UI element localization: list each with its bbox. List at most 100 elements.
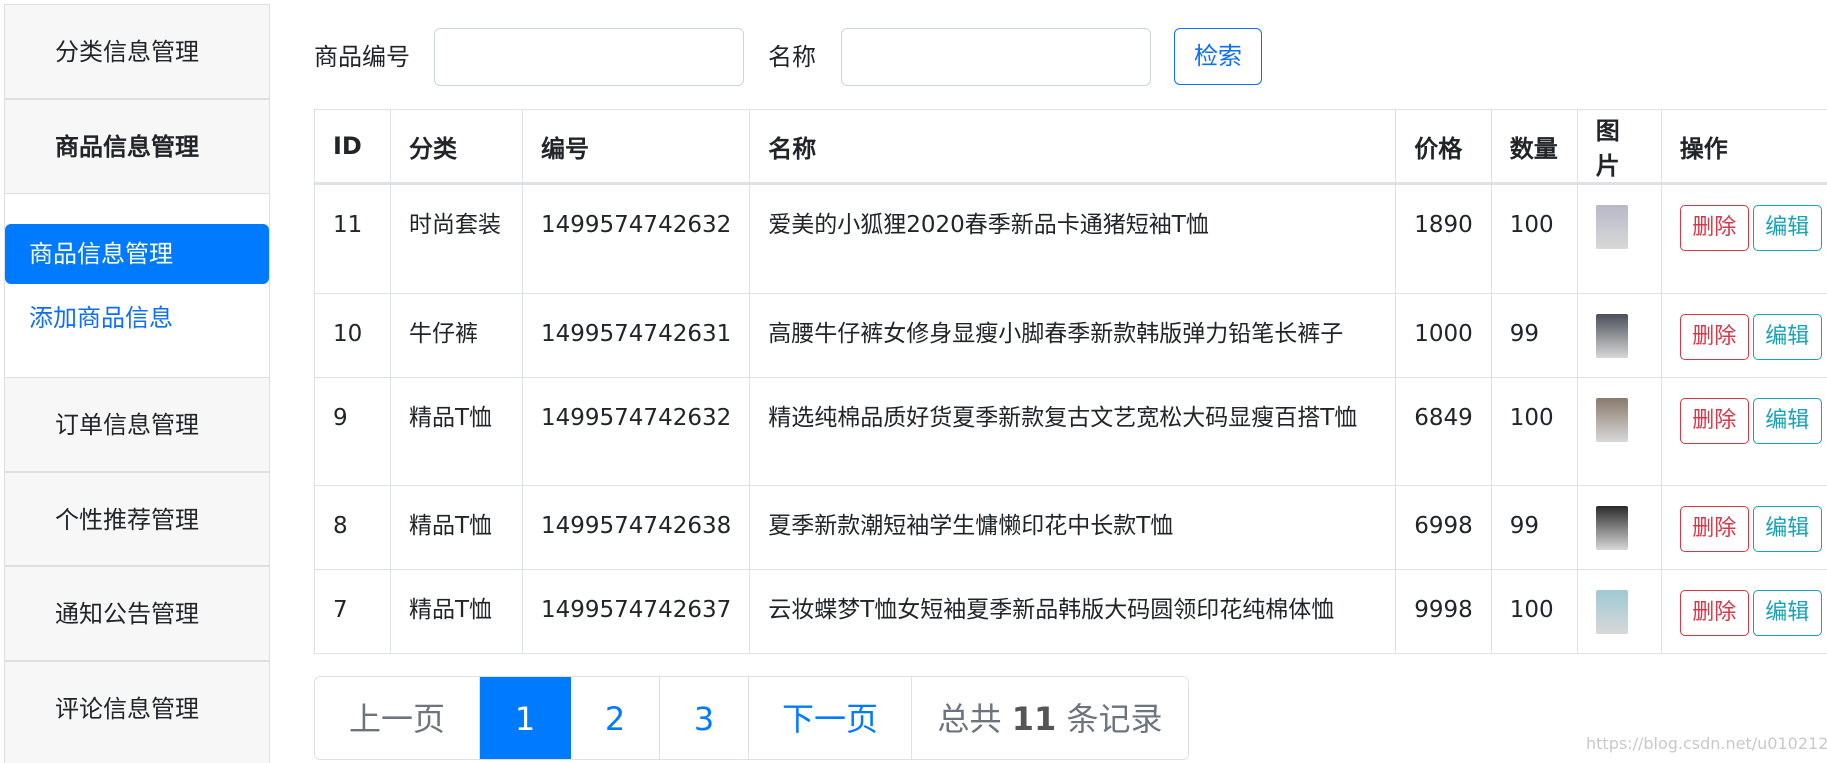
next-page-button[interactable]: 下一页 xyxy=(749,677,912,759)
delete-button[interactable]: 删除 xyxy=(1679,506,1749,552)
sidebar: 分类信息管理 商品信息管理 商品信息管理 添加商品信息 订单信息管理 个性推荐管… xyxy=(4,4,270,763)
cell-category: 牛仔裤 xyxy=(390,293,523,378)
cell-name: 高腰牛仔裤女修身显瘦小脚春季新款韩版弹力铅笔长裤子 xyxy=(749,293,1397,378)
total-suffix: 条记录 xyxy=(1066,700,1163,738)
edit-button[interactable]: 编辑 xyxy=(1752,205,1822,251)
watermark: https://blog.csdn.net/u010212256 xyxy=(1586,734,1827,753)
column-header-actions: 操作 xyxy=(1660,109,1827,185)
total-count: 11 xyxy=(1011,700,1057,738)
cell-image xyxy=(1576,569,1662,654)
cell-category: 精品T恤 xyxy=(390,569,523,654)
cell-code: 1499574742638 xyxy=(521,485,751,570)
product-code-input[interactable] xyxy=(434,28,744,86)
sidebar-group-label[interactable]: 商品信息管理 xyxy=(5,100,269,194)
product-thumbnail[interactable] xyxy=(1595,506,1628,550)
column-header-category: 分类 xyxy=(390,109,523,185)
cell-actions: 删除 编辑 xyxy=(1660,293,1827,378)
table-row: 7 精品T恤 1499574742637 云妆蝶梦T恤女短袖夏季新品韩版大码圆领… xyxy=(314,569,1827,654)
cell-code: 1499574742632 xyxy=(521,183,751,294)
cell-quantity: 99 xyxy=(1490,293,1578,378)
delete-button[interactable]: 删除 xyxy=(1679,590,1749,636)
column-header-quantity: 数量 xyxy=(1490,109,1578,185)
cell-quantity: 100 xyxy=(1490,183,1578,294)
cell-id: 10 xyxy=(314,293,391,378)
cell-code: 1499574742637 xyxy=(521,569,751,654)
sidebar-group-label[interactable]: 评论信息管理 xyxy=(5,662,269,756)
sidebar-group-label[interactable]: 通知公告管理 xyxy=(5,567,269,661)
search-button[interactable]: 检索 xyxy=(1174,28,1262,85)
edit-button[interactable]: 编辑 xyxy=(1752,506,1822,552)
table-row: 10 牛仔裤 1499574742631 高腰牛仔裤女修身显瘦小脚春季新款韩版弹… xyxy=(314,293,1827,378)
page-button-1[interactable]: 1 xyxy=(480,677,571,759)
cell-quantity: 100 xyxy=(1490,377,1578,486)
product-thumbnail[interactable] xyxy=(1595,314,1628,358)
page-button-3[interactable]: 3 xyxy=(660,677,749,759)
product-name-input[interactable] xyxy=(841,28,1151,86)
cell-quantity: 99 xyxy=(1490,485,1578,570)
product-thumbnail[interactable] xyxy=(1595,590,1628,634)
cell-id: 11 xyxy=(314,183,391,294)
sidebar-group-label[interactable]: 分类信息管理 xyxy=(5,5,269,99)
product-table: ID 分类 编号 名称 价格 数量 图片 操作 11 时尚套装 14995747… xyxy=(314,109,1827,654)
total-records: 总共 11 条记录 xyxy=(912,677,1188,759)
edit-button[interactable]: 编辑 xyxy=(1752,590,1822,636)
sidebar-group-label[interactable]: 个性推荐管理 xyxy=(5,473,269,567)
column-header-id: ID xyxy=(314,109,391,185)
column-header-price: 价格 xyxy=(1395,109,1492,185)
product-thumbnail[interactable] xyxy=(1595,205,1628,249)
cell-name: 爱美的小狐狸2020春季新品卡通猪短袖T恤 xyxy=(749,183,1397,294)
sidebar-submenu-product xyxy=(4,194,270,377)
cell-image xyxy=(1576,485,1662,570)
cell-actions: 删除 编辑 xyxy=(1660,377,1827,486)
cell-name: 云妆蝶梦T恤女短袖夏季新品韩版大码圆领印花纯棉体恤 xyxy=(749,569,1397,654)
cell-price: 9998 xyxy=(1395,569,1492,654)
cell-image xyxy=(1576,293,1662,378)
cell-category: 精品T恤 xyxy=(390,377,523,486)
sidebar-group-recommend[interactable]: 个性推荐管理 xyxy=(4,472,270,566)
table-row: 9 精品T恤 1499574742632 精选纯棉品质好货夏季新款复古文艺宽松大… xyxy=(314,377,1827,486)
cell-price: 1000 xyxy=(1395,293,1492,378)
sidebar-group-notice[interactable]: 通知公告管理 xyxy=(4,566,270,661)
delete-button[interactable]: 删除 xyxy=(1679,398,1749,444)
sidebar-group-product[interactable]: 商品信息管理 xyxy=(4,99,270,194)
cell-category: 时尚套装 xyxy=(390,183,523,294)
cell-image xyxy=(1576,377,1662,486)
sidebar-group-category[interactable]: 分类信息管理 xyxy=(4,4,270,99)
cell-category: 精品T恤 xyxy=(390,485,523,570)
sidebar-group-label[interactable]: 订单信息管理 xyxy=(5,378,269,472)
sidebar-item-add-product[interactable]: 添加商品信息 xyxy=(29,300,173,336)
delete-button[interactable]: 删除 xyxy=(1679,314,1749,360)
table-row: 11 时尚套装 1499574742632 爱美的小狐狸2020春季新品卡通猪短… xyxy=(314,183,1827,294)
product-name-label: 名称 xyxy=(768,43,816,71)
table-header-row: ID 分类 编号 名称 价格 数量 图片 操作 xyxy=(314,109,1827,185)
product-code-label: 商品编号 xyxy=(314,43,410,71)
product-thumbnail[interactable] xyxy=(1595,398,1628,442)
total-prefix: 总共 xyxy=(937,700,1002,738)
sidebar-group-comment[interactable]: 评论信息管理 xyxy=(4,661,270,763)
cell-image xyxy=(1576,183,1662,294)
cell-actions: 删除 编辑 xyxy=(1660,183,1827,294)
cell-code: 1499574742632 xyxy=(521,377,751,486)
column-header-image: 图片 xyxy=(1576,109,1662,185)
sidebar-group-order[interactable]: 订单信息管理 xyxy=(4,377,270,472)
edit-button[interactable]: 编辑 xyxy=(1752,314,1822,360)
cell-id: 9 xyxy=(314,377,391,486)
prev-page-button[interactable]: 上一页 xyxy=(315,677,480,759)
cell-price: 6849 xyxy=(1395,377,1492,486)
cell-price: 1890 xyxy=(1395,183,1492,294)
delete-button[interactable]: 删除 xyxy=(1679,205,1749,251)
sidebar-item-product-manage[interactable]: 商品信息管理 xyxy=(5,224,269,284)
cell-price: 6998 xyxy=(1395,485,1492,570)
cell-name: 精选纯棉品质好货夏季新款复古文艺宽松大码显瘦百搭T恤 xyxy=(749,377,1397,486)
cell-actions: 删除 编辑 xyxy=(1660,485,1827,570)
edit-button[interactable]: 编辑 xyxy=(1752,398,1822,444)
table-row: 8 精品T恤 1499574742638 夏季新款潮短袖学生慵懒印花中长款T恤 … xyxy=(314,485,1827,570)
cell-actions: 删除 编辑 xyxy=(1660,569,1827,654)
column-header-code: 编号 xyxy=(521,109,751,185)
cell-id: 8 xyxy=(314,485,391,570)
cell-quantity: 100 xyxy=(1490,569,1578,654)
cell-code: 1499574742631 xyxy=(521,293,751,378)
cell-name: 夏季新款潮短袖学生慵懒印花中长款T恤 xyxy=(749,485,1397,570)
pagination: 上一页 1 2 3 下一页 总共 11 条记录 xyxy=(314,676,1189,760)
page-button-2[interactable]: 2 xyxy=(571,677,660,759)
